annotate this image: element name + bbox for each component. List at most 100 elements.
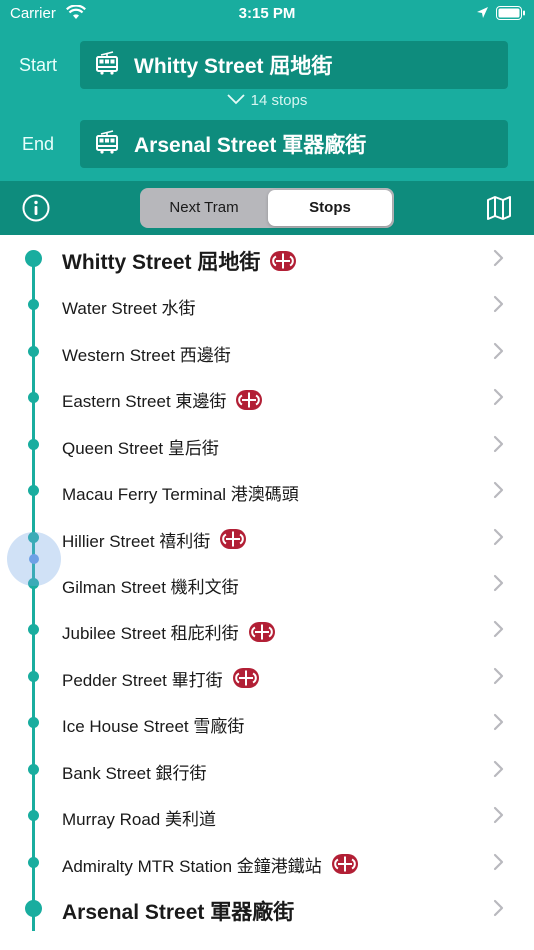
stop-row[interactable]: Ice House Street 雪廠街 xyxy=(0,699,534,745)
stop-row[interactable]: Whitty Street 屈地街 xyxy=(0,235,534,281)
stop-row[interactable]: Jubilee Street 租庇利街 xyxy=(0,606,534,652)
end-label: End xyxy=(21,134,55,154)
stop-label: Queen Street 皇后街 xyxy=(62,434,219,459)
chevron-right-icon xyxy=(493,760,504,783)
stop-row[interactable]: Admiralty MTR Station 金鐘港鐵站 xyxy=(0,839,534,885)
stop-row[interactable]: Water Street 水街 xyxy=(0,281,534,327)
stop-name: Jubilee Street 租庇利街 xyxy=(62,624,239,644)
stop-marker xyxy=(28,810,39,822)
chevron-right-icon xyxy=(493,713,504,736)
chevron-right-icon xyxy=(493,899,504,922)
mtr-logo-icon xyxy=(248,621,275,642)
stop-name: Eastern Street 東邊街 xyxy=(62,392,227,412)
map-icon[interactable] xyxy=(486,195,512,226)
stop-name: Ice House Street 雪廠街 xyxy=(62,717,245,737)
stop-name: Admiralty MTR Station 金鐘港鐵站 xyxy=(62,856,322,876)
stop-row[interactable]: Eastern Street 東邊街 xyxy=(0,374,534,420)
stop-label: Gilman Street 機利文街 xyxy=(62,573,239,598)
stop-name: Murray Road 美利道 xyxy=(62,810,216,830)
chevron-right-icon xyxy=(493,620,504,643)
chevron-right-icon xyxy=(493,667,504,690)
stop-marker xyxy=(28,670,39,682)
stop-marker xyxy=(28,392,39,404)
stop-label: Murray Road 美利道 xyxy=(62,805,216,830)
stops-count-toggle[interactable]: 14 stops xyxy=(0,92,534,109)
stop-row[interactable]: Western Street 西邊街 xyxy=(0,328,534,374)
stop-row[interactable]: Gilman Street 機利文街 xyxy=(0,560,534,606)
stop-label: Jubilee Street 租庇利街 xyxy=(62,619,275,644)
mtr-logo-icon xyxy=(232,668,259,689)
stop-row[interactable]: Arsenal Street 軍器廠街 xyxy=(0,885,534,931)
mtr-logo-icon xyxy=(236,389,263,410)
stop-row[interactable]: Bank Street 銀行街 xyxy=(0,746,534,792)
stop-marker xyxy=(25,250,42,267)
chevron-right-icon xyxy=(493,249,504,272)
stop-name: Gilman Street 機利文街 xyxy=(62,578,239,597)
stop-row[interactable]: Murray Road 美利道 xyxy=(0,792,534,838)
stop-marker xyxy=(28,717,39,729)
stop-marker xyxy=(28,345,39,357)
battery-icon xyxy=(496,6,526,25)
touch-indicator xyxy=(7,532,61,586)
start-stop-name: Whitty Street 屈地街 xyxy=(134,55,333,78)
chevron-right-icon xyxy=(493,435,504,458)
chevron-right-icon xyxy=(493,295,504,318)
location-arrow-icon xyxy=(476,6,489,24)
stop-label: Ice House Street 雪廠街 xyxy=(62,712,244,737)
stop-name: Bank Street 銀行街 xyxy=(62,763,207,783)
stop-name: Water Street 水街 xyxy=(62,299,196,319)
stop-list: Whitty Street 屈地街 Water Street 水街 Western … xyxy=(0,235,534,950)
stop-label: Pedder Street 畢打街 xyxy=(62,666,259,691)
stop-name: Whitty Street 屈地街 xyxy=(62,251,261,274)
stop-label: Eastern Street 東邊街 xyxy=(62,387,263,412)
stops-count-label: 14 stops xyxy=(250,92,308,109)
chevron-right-icon xyxy=(493,342,504,365)
stop-label: Bank Street 銀行街 xyxy=(62,759,207,784)
mtr-logo-icon xyxy=(220,529,247,550)
chevron-right-icon xyxy=(493,574,504,597)
stop-name: Macau Ferry Terminal 港澳碼頭 xyxy=(62,485,299,505)
info-icon[interactable] xyxy=(22,194,50,227)
stop-row[interactable]: Queen Street 皇后街 xyxy=(0,421,534,467)
stop-label: Water Street 水街 xyxy=(62,294,196,319)
stop-name: Hillier Street 禧利街 xyxy=(62,531,211,551)
stop-marker xyxy=(28,438,39,450)
stop-label: Macau Ferry Terminal 港澳碼頭 xyxy=(62,480,299,505)
end-stop-field[interactable]: Arsenal Street 軍器廠街 xyxy=(80,120,508,168)
segmented-control: Next Tram Stops xyxy=(140,188,394,228)
clock: 3:15 PM xyxy=(238,5,296,22)
stop-marker xyxy=(28,485,39,497)
stop-label: Hillier Street 禧利街 xyxy=(62,527,247,552)
chevron-right-icon xyxy=(493,806,504,829)
stop-name: Western Street 西邊街 xyxy=(62,345,231,365)
stop-row[interactable]: Pedder Street 畢打街 xyxy=(0,653,534,699)
stop-label: Western Street 西邊街 xyxy=(62,341,231,366)
stop-marker xyxy=(28,299,39,311)
toolbar: Next Tram Stops xyxy=(0,181,534,235)
tab-next-tram[interactable]: Next Tram xyxy=(142,190,266,226)
stop-marker xyxy=(28,624,39,636)
start-label: Start xyxy=(18,55,57,75)
stop-label: Arsenal Street 軍器廠街 xyxy=(62,896,294,926)
chevron-right-icon xyxy=(493,481,504,504)
stop-row[interactable]: Macau Ferry Terminal 港澳碼頭 xyxy=(0,467,534,513)
stop-label: Whitty Street 屈地街 xyxy=(62,246,297,276)
stop-marker xyxy=(28,763,39,775)
start-stop-field[interactable]: Whitty Street 屈地街 xyxy=(80,41,508,89)
stop-label: Admiralty MTR Station 金鐘港鐵站 xyxy=(62,852,358,877)
mtr-logo-icon xyxy=(270,251,297,271)
chevron-right-icon xyxy=(493,528,504,551)
end-stop-name: Arsenal Street 軍器廠街 xyxy=(134,134,367,157)
stop-marker xyxy=(25,900,42,917)
tram-icon xyxy=(94,129,120,160)
tram-icon xyxy=(94,50,120,81)
tab-stops[interactable]: Stops xyxy=(268,190,392,226)
mtr-logo-icon xyxy=(331,854,358,875)
chevron-right-icon xyxy=(493,388,504,411)
stop-name: Arsenal Street 軍器廠街 xyxy=(62,901,295,924)
stop-name: Queen Street 皇后街 xyxy=(62,438,219,458)
stop-marker xyxy=(28,856,39,868)
status-bar: Carrier 3:15 PM xyxy=(0,0,534,30)
stop-row[interactable]: Hillier Street 禧利街 xyxy=(0,514,534,560)
route-header: Carrier 3:15 PM Start Whitty Street 屈地街 … xyxy=(0,0,534,181)
